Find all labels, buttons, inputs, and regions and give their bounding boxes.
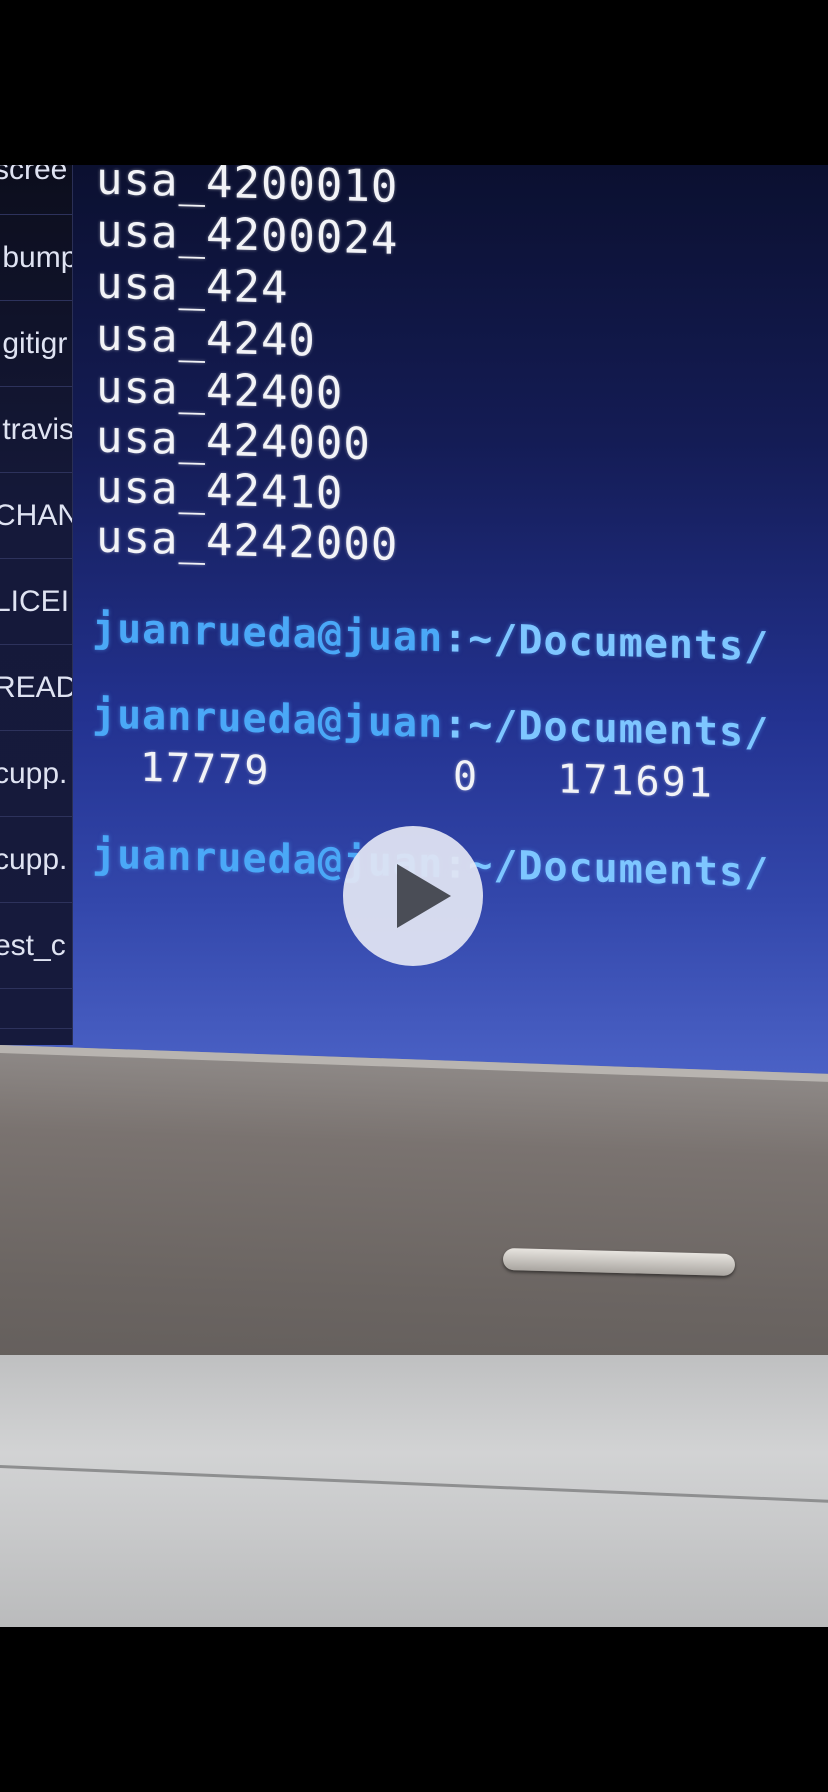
output-line: usa_424000 (96, 411, 371, 471)
sidebar-item: est_c (0, 903, 72, 989)
prompt-path: :~/Documents/ (443, 701, 770, 757)
play-icon (397, 864, 451, 928)
sidebar-item: CHAN (0, 473, 72, 559)
prompt-user: juanrueda@juan (92, 605, 444, 662)
output-line: usa_4200010 (96, 165, 399, 213)
sidebar-item: cupp. (0, 731, 72, 817)
output-line: usa_4242000 (96, 511, 399, 571)
output-line: usa_424 (96, 257, 289, 314)
play-button[interactable] (343, 826, 483, 966)
sidebar-item: READ (0, 645, 72, 731)
sidebar-item: LICEI (0, 559, 72, 645)
prompt-path: :~/Documents/ (443, 615, 770, 671)
sidebar-item: scree (0, 165, 72, 215)
shell-prompt: juanrueda@juan:~/Documents/ (92, 605, 769, 670)
prompt-path: :~/Documents/ (443, 841, 770, 897)
output-line: usa_4200024 (96, 205, 399, 265)
sidebar-item: .travis (0, 387, 72, 473)
prompt-user: juanrueda@juan (92, 691, 444, 748)
word-count-output: 17779 0 171691 (140, 744, 714, 807)
output-line: usa_42400 (96, 361, 344, 420)
sidebar-item: .gitigr (0, 301, 72, 387)
sidebar-item: .bump (0, 215, 72, 301)
sidebar-item: cupp. (0, 817, 72, 903)
sidebar-item (0, 989, 72, 1029)
file-sidebar: scree .bump .gitigr .travis CHAN LICEI R… (0, 165, 73, 1045)
output-line: usa_42410 (96, 461, 344, 520)
desk-shelf (0, 1355, 828, 1627)
output-line: usa_4240 (96, 309, 316, 367)
